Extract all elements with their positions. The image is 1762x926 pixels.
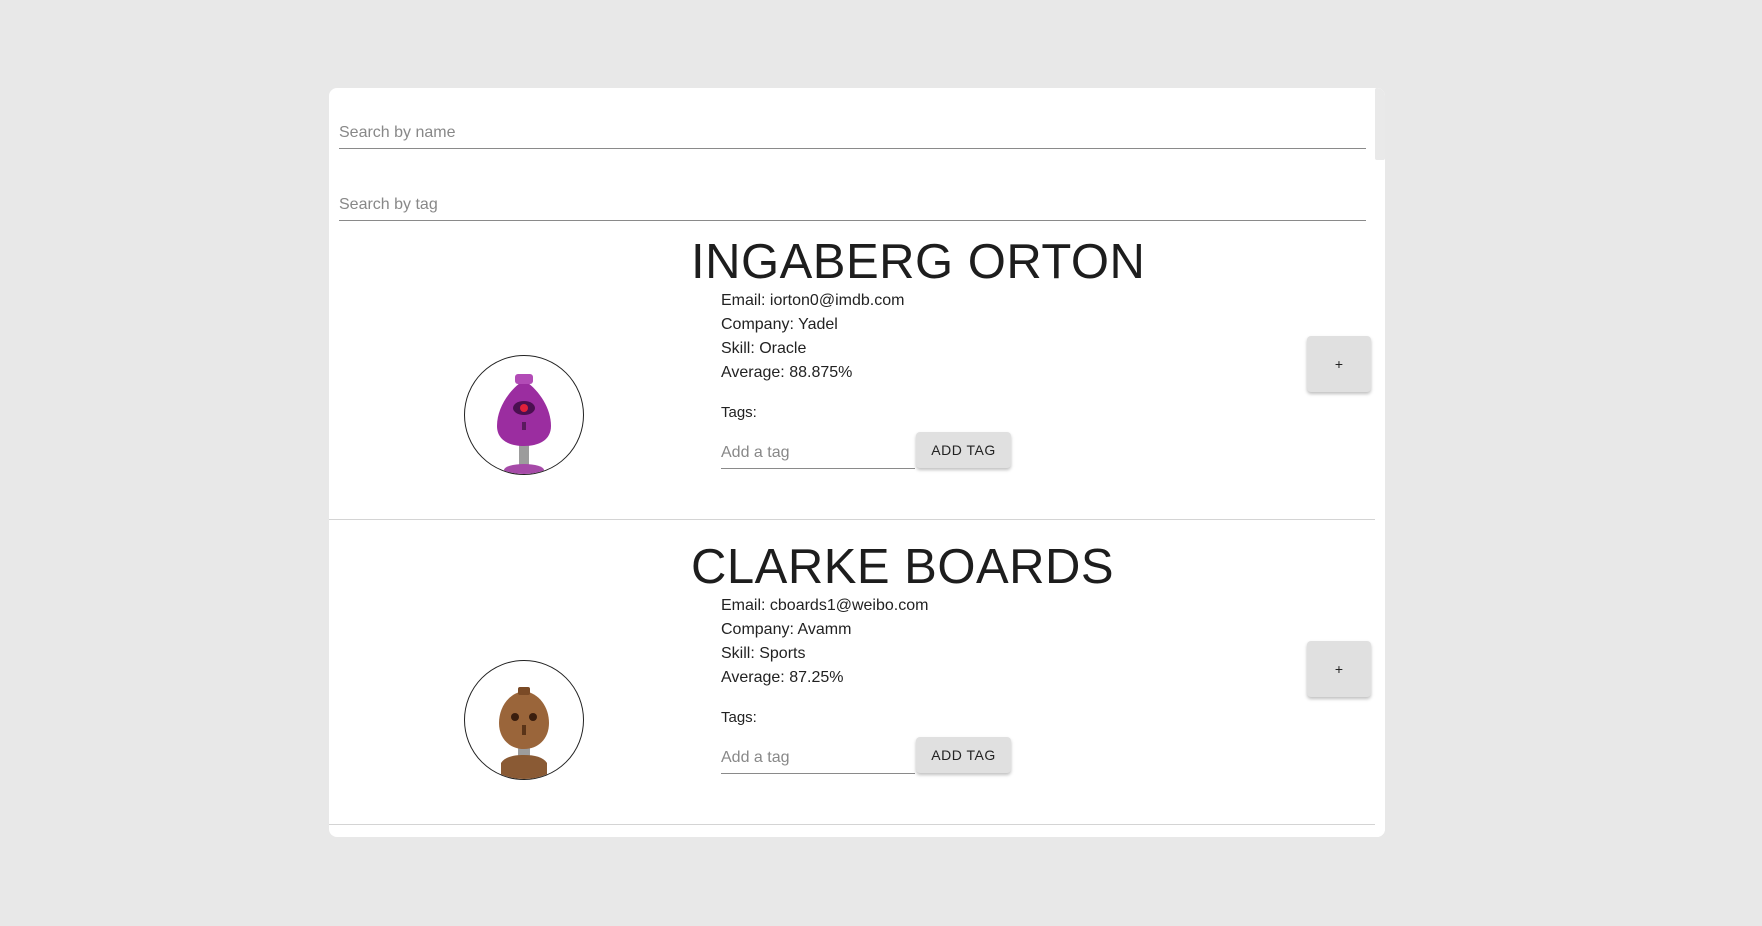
student-skill: Skill: Oracle (721, 340, 807, 357)
add-tag-field (721, 444, 915, 469)
expand-button[interactable]: + (1307, 336, 1371, 392)
student-item: INGABERG ORTON Email: iorton0@imdb.com C… (329, 214, 1375, 520)
add-tag-button[interactable]: ADD TAG (916, 737, 1011, 773)
student-skill: Skill: Sports (721, 645, 806, 662)
purple-robot-avatar-icon (497, 374, 551, 474)
expand-button[interactable]: + (1307, 641, 1371, 697)
student-email: Email: iorton0@imdb.com (721, 292, 905, 309)
search-by-name-input[interactable] (339, 124, 1366, 148)
student-average: Average: 87.25% (721, 669, 844, 686)
student-company: Company: Avamm (721, 621, 852, 638)
scrollbar-thumb[interactable] (1375, 88, 1385, 160)
student-details: Email: cboards1@weibo.com Company: Avamm… (721, 594, 928, 690)
brown-robot-avatar-icon (499, 687, 549, 779)
student-details: Email: iorton0@imdb.com Company: Yadel S… (721, 289, 904, 385)
student-avatar (464, 660, 584, 780)
student-average: Average: 88.875% (721, 364, 853, 381)
student-email: Email: cboards1@weibo.com (721, 597, 929, 614)
tags-label: Tags: (721, 404, 757, 421)
scrollbar-track[interactable] (1375, 88, 1385, 837)
add-tag-field (721, 749, 915, 774)
search-by-name-field (339, 124, 1366, 149)
student-list-card: INGABERG ORTON Email: iorton0@imdb.com C… (329, 88, 1385, 837)
add-tag-input[interactable] (721, 749, 915, 773)
student-name: CLARKE BOARDS (691, 540, 1115, 594)
tags-label: Tags: (721, 709, 757, 726)
add-tag-button[interactable]: ADD TAG (916, 432, 1011, 468)
student-avatar (464, 355, 584, 475)
add-tag-input[interactable] (721, 444, 915, 468)
student-company: Company: Yadel (721, 316, 838, 333)
student-item: CLARKE BOARDS Email: cboards1@weibo.com … (329, 519, 1375, 825)
student-name: INGABERG ORTON (691, 235, 1146, 289)
